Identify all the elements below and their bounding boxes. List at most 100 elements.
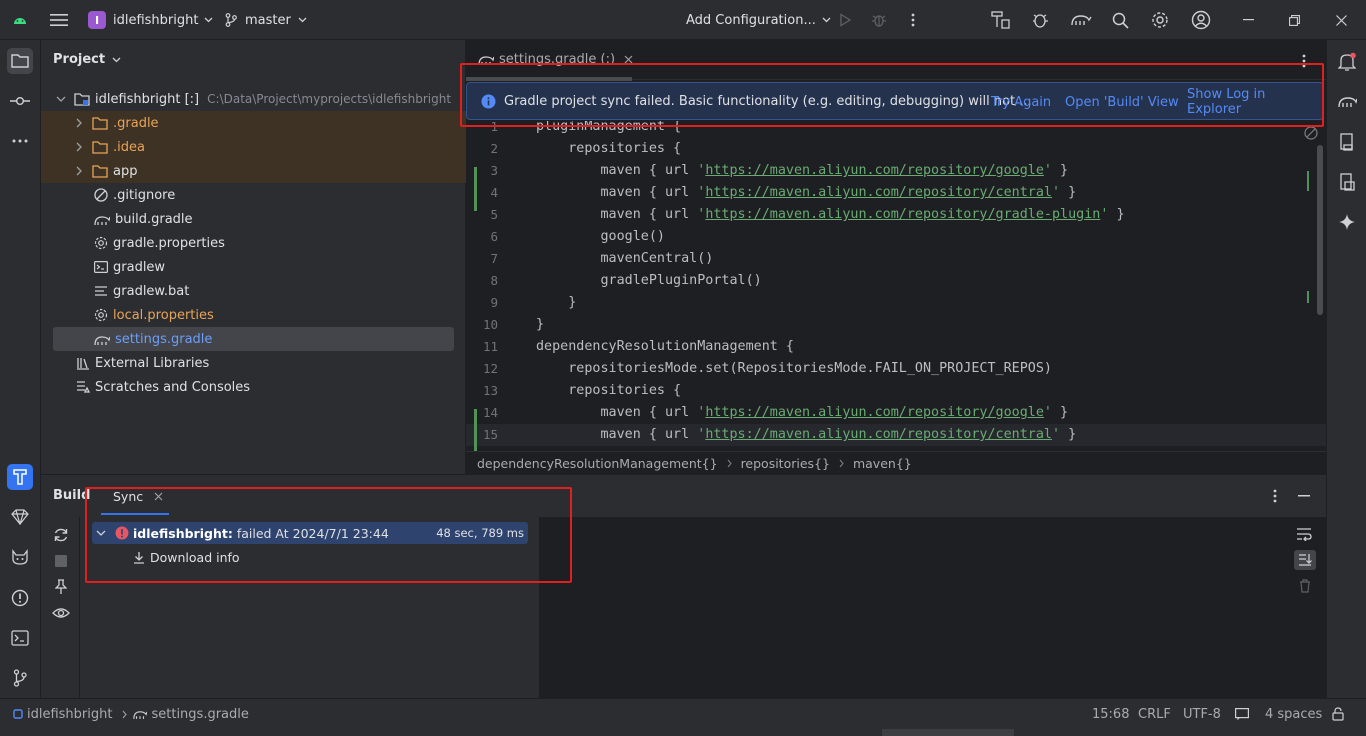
tree-item-gitignore[interactable]: .gitignore: [41, 183, 466, 207]
clear-console-trash-icon[interactable]: [1299, 579, 1311, 593]
caret-position[interactable]: 15:68: [1092, 699, 1129, 729]
editor-scrollbar[interactable]: [1317, 145, 1323, 315]
settings-gear-icon[interactable]: [1151, 0, 1169, 40]
notifications-icon[interactable]: [1335, 50, 1359, 74]
code-line[interactable]: 4 maven { url 'https://maven.aliyun.com/…: [466, 182, 1326, 204]
eye-filter-icon[interactable]: [51, 603, 71, 623]
code-line[interactable]: 1 pluginManagement {: [466, 121, 1326, 138]
line-separator[interactable]: CRLF: [1138, 699, 1171, 729]
pin-icon[interactable]: [51, 577, 71, 597]
app-inspection-icon[interactable]: [1031, 0, 1051, 40]
code-line[interactable]: 6 google(): [466, 226, 1326, 248]
tree-item-gradlew-bat[interactable]: gradlew.bat: [41, 279, 466, 303]
code-line[interactable]: 2 repositories {: [466, 138, 1326, 160]
editor-tab-settings-gradle[interactable]: settings.gradle (:): [478, 52, 633, 67]
tab-options-icon[interactable]: [1302, 54, 1306, 68]
build-options-icon[interactable]: [1273, 489, 1277, 503]
code-line[interactable]: 14 maven { url 'https://maven.aliyun.com…: [466, 402, 1326, 424]
url-string[interactable]: https://maven.aliyun.com/repository/goog…: [705, 163, 1044, 178]
tree-item-gradle-folder[interactable]: .gradle: [41, 111, 466, 135]
breadcrumb-item[interactable]: repositories{}: [741, 456, 830, 471]
code-text: google(): [536, 226, 665, 248]
sync-result-row[interactable]: idlefishbright: failed At 2024/7/1 23:44…: [92, 522, 528, 544]
logcat-icon[interactable]: [7, 544, 33, 570]
gem-icon[interactable]: [7, 504, 33, 530]
version-control-icon[interactable]: [7, 665, 33, 691]
run-icon[interactable]: [838, 0, 852, 40]
search-icon[interactable]: [1112, 0, 1129, 40]
minimize-panel-icon[interactable]: [1298, 495, 1310, 497]
chevron-right-icon: [727, 459, 732, 468]
code-line[interactable]: 12 repositoriesMode.set(RepositoriesMode…: [466, 358, 1326, 380]
tree-item-gradlew[interactable]: gradlew: [41, 255, 466, 279]
soft-wrap-icon[interactable]: [1296, 527, 1312, 541]
code-line[interactable]: 11 dependencyResolutionManagement {: [466, 336, 1326, 358]
tree-item-external-libraries[interactable]: External Libraries: [41, 351, 466, 375]
tree-item-scratches[interactable]: Scratches and Consoles: [41, 375, 466, 399]
code-line[interactable]: 13 repositories {: [466, 380, 1326, 402]
breadcrumb-item[interactable]: maven{}: [853, 456, 912, 471]
code-line[interactable]: 10}: [466, 314, 1326, 336]
running-devices-icon[interactable]: [1335, 170, 1359, 194]
ai-assistant-sparkle-icon[interactable]: [1335, 210, 1359, 234]
tree-item-label: gradlew: [113, 259, 166, 275]
tree-item-settings-gradle[interactable]: settings.gradle: [53, 327, 454, 351]
code-line[interactable]: 8 gradlePluginPortal(): [466, 270, 1326, 292]
run-configuration-dropdown[interactable]: Add Configuration...: [686, 0, 831, 40]
scroll-to-end-icon[interactable]: [1294, 550, 1316, 570]
tree-item-local-properties[interactable]: local.properties: [41, 303, 466, 327]
device-file-explorer-icon[interactable]: [1335, 130, 1359, 154]
problems-icon[interactable]: [7, 585, 33, 611]
padlock-icon[interactable]: [1332, 699, 1344, 729]
device-manager-icon[interactable]: [991, 0, 1011, 40]
code-line[interactable]: 7 mavenCentral(): [466, 248, 1326, 270]
tree-item-idea-folder[interactable]: .idea: [41, 135, 466, 159]
branch-switcher[interactable]: master: [225, 0, 307, 40]
code-line[interactable]: 9 }: [466, 292, 1326, 314]
project-view-selector[interactable]: Project: [53, 52, 121, 67]
tree-item-app-folder[interactable]: app: [41, 159, 466, 183]
rerun-sync-icon[interactable]: [51, 525, 71, 545]
more-actions-icon[interactable]: [911, 0, 915, 40]
show-log-in-explorer-link[interactable]: Show Log in Explorer: [1187, 83, 1323, 121]
breadcrumb-item[interactable]: dependencyResolutionManagement{}: [477, 456, 718, 471]
main-menu-icon[interactable]: [50, 0, 68, 40]
close-tab-icon[interactable]: [624, 55, 633, 64]
tree-item-gradle-properties[interactable]: gradle.properties: [41, 231, 466, 255]
gradle-sync-icon[interactable]: [1070, 0, 1092, 40]
terminal-icon[interactable]: [7, 625, 33, 651]
account-icon[interactable]: [1191, 0, 1211, 40]
code-editor[interactable]: 1 pluginManagement {2 repositories {3 mav…: [466, 121, 1326, 451]
open-build-view-link[interactable]: Open 'Build' View: [1065, 83, 1179, 121]
status-breadcrumb[interactable]: idlefishbright settings.gradle: [13, 699, 249, 729]
tree-root-item[interactable]: idlefishbright [:] C:\Data\Project\mypro…: [41, 87, 466, 111]
code-line[interactable]: 5 maven { url 'https://maven.aliyun.com/…: [466, 204, 1326, 226]
android-logo-icon[interactable]: [13, 0, 27, 40]
minimize-window-button[interactable]: [1225, 0, 1271, 40]
indent-setting[interactable]: 4 spaces: [1265, 699, 1322, 729]
try-again-link[interactable]: Try Again: [991, 83, 1051, 121]
close-window-button[interactable]: [1318, 0, 1364, 40]
sync-tab[interactable]: Sync: [113, 489, 163, 504]
close-tab-icon[interactable]: [154, 492, 163, 501]
url-string[interactable]: https://maven.aliyun.com/repository/goog…: [705, 405, 1044, 420]
url-string[interactable]: https://maven.aliyun.com/repository/cent…: [705, 185, 1052, 200]
build-tool-icon[interactable]: [7, 464, 33, 490]
code-line[interactable]: 15 maven { url 'https://maven.aliyun.com…: [466, 424, 1326, 446]
code-line[interactable]: 3 maven { url 'https://maven.aliyun.com/…: [466, 160, 1326, 182]
project-tool-icon[interactable]: [7, 48, 33, 74]
url-string[interactable]: https://maven.aliyun.com/repository/cent…: [705, 427, 1052, 442]
gradle-icon[interactable]: [1335, 89, 1359, 113]
download-info-row[interactable]: Download info: [133, 546, 240, 568]
restore-window-button[interactable]: [1271, 0, 1317, 40]
file-encoding[interactable]: UTF-8: [1183, 699, 1221, 729]
more-tool-windows-icon[interactable]: [7, 128, 33, 154]
reader-mode-icon[interactable]: [1304, 126, 1318, 140]
debug-icon[interactable]: [871, 0, 887, 40]
stop-icon[interactable]: [51, 551, 71, 571]
url-string[interactable]: https://maven.aliyun.com/repository/grad…: [705, 207, 1100, 222]
readonly-toggle-icon[interactable]: [1235, 699, 1249, 729]
commit-tool-icon[interactable]: [7, 88, 33, 114]
project-switcher[interactable]: I idlefishbright: [88, 0, 213, 40]
tree-item-build-gradle[interactable]: build.gradle: [41, 207, 466, 231]
